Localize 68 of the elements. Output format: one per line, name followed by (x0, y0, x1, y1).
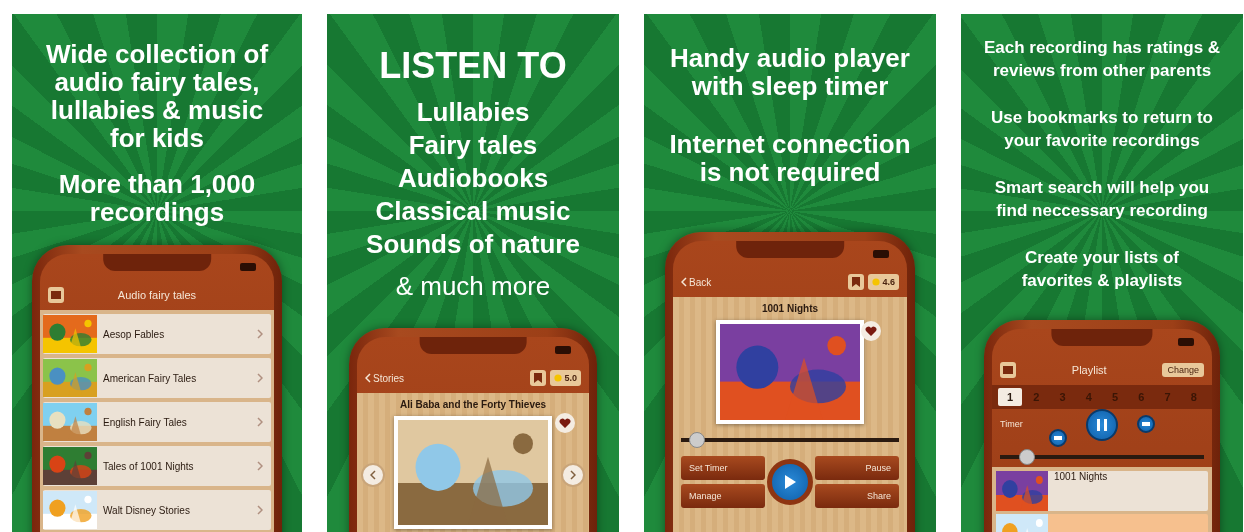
caption: More than 1,000 recordings (58, 170, 256, 226)
forward-icon (1142, 422, 1150, 426)
chevron-icon (257, 505, 263, 515)
slider-thumb[interactable] (1019, 449, 1035, 465)
chevron-icon (570, 470, 576, 480)
progress-slider[interactable] (681, 432, 899, 448)
caption: Create your lists of favorites & playlists (1021, 247, 1183, 292)
caption: Internet connection is not required (669, 130, 911, 186)
back-chevron-icon (370, 470, 376, 480)
bookmark-icon[interactable] (848, 274, 865, 290)
list-row[interactable]: Walt Disney Stories (43, 490, 271, 530)
timer-label: Timer (1000, 419, 1023, 429)
list-row[interactable]: English Fairy Tales (43, 402, 271, 442)
chevron-icon (257, 329, 263, 339)
battery-icon (555, 346, 573, 354)
caption: Each recording has ratings & reviews from other parents (983, 37, 1221, 82)
screen-title: Playlist (1070, 364, 1108, 376)
player-button[interactable]: Share (815, 484, 899, 508)
row-title: English Fairy Tales (102, 416, 188, 428)
bookmark-icon[interactable] (530, 370, 547, 386)
battery-icon (240, 263, 258, 271)
rewind-icon (1054, 436, 1062, 440)
heart-icon (865, 325, 877, 337)
back-chevron-icon (681, 277, 687, 287)
story-title: 1001 Nights (761, 303, 819, 314)
heart-icon (559, 417, 571, 429)
back-link[interactable]: Back (681, 276, 845, 288)
play-icon (783, 474, 797, 490)
chevron-icon (257, 417, 263, 427)
story-title: Ali Baba and the Forty Thieves (399, 399, 547, 410)
player-button[interactable]: Set Timer (681, 456, 765, 480)
change-button[interactable]: Change (1162, 363, 1204, 377)
back-chevron-icon (365, 373, 371, 383)
row-title: Walt Disney Stories (102, 504, 191, 516)
rating-badge: 4.6 (868, 274, 899, 290)
player-button[interactable]: Manage (681, 484, 765, 508)
caption: Handy audio player with sleep timer (670, 44, 910, 100)
pause-icon (1097, 419, 1107, 431)
rewind-button[interactable] (1049, 429, 1067, 447)
screen-title: Audio fairy tales (116, 289, 198, 301)
menu-icon[interactable] (48, 287, 64, 303)
playlist-tab[interactable]: 1 (998, 388, 1023, 406)
row-title: Aesop Fables (102, 328, 166, 340)
caption: & much more (395, 270, 551, 303)
play-button[interactable] (767, 459, 813, 505)
chevron-icon (257, 373, 263, 383)
battery-icon (873, 250, 891, 258)
list-row[interactable]: American Fairy Tales (43, 358, 271, 398)
track-title: 1001 Nights (1053, 471, 1109, 484)
caption: Smart search will help you find neccessary recording (994, 177, 1210, 222)
track-row[interactable]: 1001 Nights (996, 471, 1208, 511)
forward-button[interactable] (1137, 415, 1155, 433)
list-row[interactable]: Aesop Fables (43, 314, 271, 354)
rating-badge: 5.0 (550, 370, 581, 386)
row-title: Tales of 1001 Nights (102, 460, 195, 472)
caption: Wide collection of audio fairy tales, lullabies & music for kids (45, 40, 269, 152)
headline: LISTEN TO (379, 44, 567, 88)
chevron-icon (257, 461, 263, 471)
menu-icon[interactable] (1000, 362, 1016, 378)
caption: Lullabies Fairy tales Audiobooks Classical music Sounds of nature (366, 96, 580, 261)
back-link[interactable]: Stories (365, 372, 527, 384)
pause-button[interactable] (1086, 409, 1118, 441)
row-title: American Fairy Tales (102, 372, 198, 384)
list-row[interactable]: Tales of 1001 Nights (43, 446, 271, 486)
slider-thumb[interactable] (689, 432, 706, 448)
caption: Use bookmarks to return to your favorite recordings (991, 107, 1213, 152)
battery-icon (1178, 338, 1196, 346)
player-button[interactable]: Pause (815, 456, 899, 480)
